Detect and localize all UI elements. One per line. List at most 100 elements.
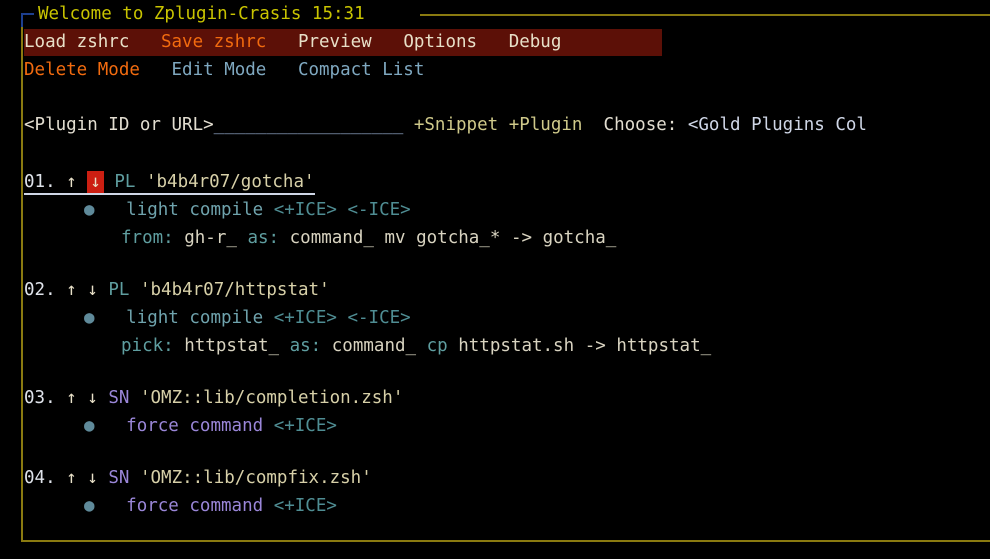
- detail-token: httpstat.sh: [458, 336, 575, 356]
- move-up-icon[interactable]: ↑: [66, 388, 77, 408]
- move-down-icon[interactable]: ↓: [87, 280, 98, 300]
- entry-ice-line: ● light compile <+ICE> <-ICE>: [24, 196, 990, 224]
- entry-detail-line: pick: httpstat_ as: command_ cp httpstat…: [24, 332, 990, 360]
- entry-header[interactable]: 04. ↑ ↓ SN 'OMZ::lib/compfix.zsh': [24, 464, 990, 492]
- menu-item-delete-mode[interactable]: Delete Mode: [24, 60, 140, 80]
- frame-top-left-accent: [21, 13, 34, 15]
- entry-gap: [56, 468, 67, 488]
- detail-token: httpstat_: [184, 336, 280, 356]
- menu-item-debug[interactable]: Debug: [509, 32, 562, 52]
- detail-gap: [237, 228, 248, 248]
- move-up-icon[interactable]: ↑: [66, 468, 77, 488]
- plugin-id-input[interactable]: __________________: [214, 115, 404, 135]
- ice-token: command: [189, 496, 264, 516]
- entry-id[interactable]: 'OMZ::lib/compfix.zsh': [140, 468, 372, 488]
- plugin-entry[interactable]: 03. ↑ ↓ SN 'OMZ::lib/completion.zsh' ● fo…: [24, 384, 990, 440]
- entry-id[interactable]: 'b4b4r07/gotcha': [146, 172, 315, 192]
- ice-token: <+ICE>: [273, 496, 337, 516]
- entry-type-badge: SN: [108, 468, 130, 488]
- add-plugin-button[interactable]: +Plugin: [509, 115, 583, 135]
- entry-header-inner: 02. ↑ ↓ PL 'b4b4r07/httpstat': [24, 280, 330, 300]
- ice-token: compile: [189, 308, 264, 328]
- menu-item-compact-list[interactable]: Compact List: [298, 60, 424, 80]
- entry-gap: [129, 388, 140, 408]
- frame-left-border: [21, 27, 23, 542]
- prompt-line: <Plugin ID or URL>__________________ +Sn…: [24, 111, 867, 139]
- menu-item-edit-mode[interactable]: Edit Mode: [172, 60, 267, 80]
- prompt-gap-3: [582, 115, 603, 135]
- entry-index: 01.: [24, 172, 56, 192]
- menu-item-save-zshrc[interactable]: Save zshrc: [161, 32, 266, 52]
- bullet-icon: ●: [84, 416, 95, 436]
- entry-index: 04.: [24, 468, 56, 488]
- ice-token: <-ICE>: [347, 308, 411, 328]
- entry-id[interactable]: 'b4b4r07/httpstat': [140, 280, 330, 300]
- terminal-screen: Welcome to Zplugin-Crasis 15:31 Load zsh…: [0, 0, 990, 559]
- entry-header[interactable]: 02. ↑ ↓ PL 'b4b4r07/httpstat': [24, 276, 990, 304]
- detail-token: pick:: [121, 336, 174, 356]
- menu-gap: [129, 32, 161, 52]
- entry-gap: [98, 388, 109, 408]
- plugin-entry[interactable]: 01. ↑ ↓ PL 'b4b4r07/gotcha' ● light compi…: [24, 168, 990, 252]
- entry-gap: [56, 280, 67, 300]
- entry-header[interactable]: 01. ↑ ↓ PL 'b4b4r07/gotcha': [24, 168, 990, 196]
- move-down-icon[interactable]: ↓: [87, 388, 98, 408]
- bullet-icon: ●: [84, 308, 95, 328]
- ice-token: command: [189, 416, 264, 436]
- detail-token: gotcha_*: [416, 228, 501, 248]
- move-down-icon[interactable]: ↓: [87, 171, 104, 193]
- entry-gap: [77, 468, 88, 488]
- ice-gap: [263, 200, 274, 220]
- move-up-icon[interactable]: ↑: [66, 172, 77, 192]
- detail-token: as:: [289, 336, 322, 356]
- entry-type-badge: SN: [108, 388, 130, 408]
- detail-gap: [606, 336, 617, 356]
- menu-gap: [140, 60, 172, 80]
- frame-top-rule: [420, 14, 990, 16]
- detail-token: from:: [121, 228, 174, 248]
- entry-index: 02.: [24, 280, 56, 300]
- add-snippet-button[interactable]: +Snippet: [414, 115, 498, 135]
- choose-label: Choose:: [603, 115, 678, 135]
- entry-gap: [77, 172, 88, 192]
- ice-gap: [95, 496, 127, 516]
- ice-gap: [337, 308, 348, 328]
- entry-gap: [98, 468, 109, 488]
- ice-gap: [95, 416, 127, 436]
- entry-ice-line: ● force command <+ICE>: [24, 412, 990, 440]
- detail-gap: [374, 228, 385, 248]
- ice-token: light: [126, 308, 179, 328]
- detail-gap: [574, 336, 585, 356]
- detail-gap: [174, 228, 185, 248]
- detail-gap: [500, 228, 511, 248]
- ice-token: <-ICE>: [347, 200, 411, 220]
- detail-token: mv: [384, 228, 406, 248]
- ice-token: force: [126, 416, 179, 436]
- ice-gap: [95, 308, 127, 328]
- entry-type-badge: PL: [108, 280, 130, 300]
- entry-header-inner: 04. ↑ ↓ SN 'OMZ::lib/compfix.zsh': [24, 468, 372, 488]
- move-up-icon[interactable]: ↑: [66, 280, 77, 300]
- menu-item-load-zshrc[interactable]: Load zshrc: [24, 32, 129, 52]
- detail-token: command_: [331, 336, 417, 356]
- entry-header[interactable]: 03. ↑ ↓ SN 'OMZ::lib/completion.zsh': [24, 384, 990, 412]
- ice-token: compile: [189, 200, 264, 220]
- menu-item-preview[interactable]: Preview: [298, 32, 372, 52]
- plugin-entry[interactable]: 04. ↑ ↓ SN 'OMZ::lib/compfix.zsh' ● force…: [24, 464, 990, 520]
- menu-gap: [266, 60, 298, 80]
- detail-gap: [416, 336, 427, 356]
- prompt-gap-4: [677, 115, 688, 135]
- choose-collection-value[interactable]: <Gold Plugins Col: [688, 115, 867, 135]
- entry-id[interactable]: 'OMZ::lib/completion.zsh': [140, 388, 403, 408]
- detail-gap: [279, 228, 290, 248]
- ice-gap: [263, 308, 274, 328]
- menu-item-options[interactable]: Options: [403, 32, 477, 52]
- detail-gap: [532, 228, 543, 248]
- ice-gap: [263, 416, 274, 436]
- detail-token: gotcha_: [542, 228, 617, 248]
- move-down-icon[interactable]: ↓: [87, 468, 98, 488]
- entry-gap: [135, 172, 146, 192]
- plugin-entry[interactable]: 02. ↑ ↓ PL 'b4b4r07/httpstat' ● light com…: [24, 276, 990, 360]
- ice-gap: [179, 200, 190, 220]
- plugin-id-input-label: <Plugin ID or URL>: [24, 115, 214, 135]
